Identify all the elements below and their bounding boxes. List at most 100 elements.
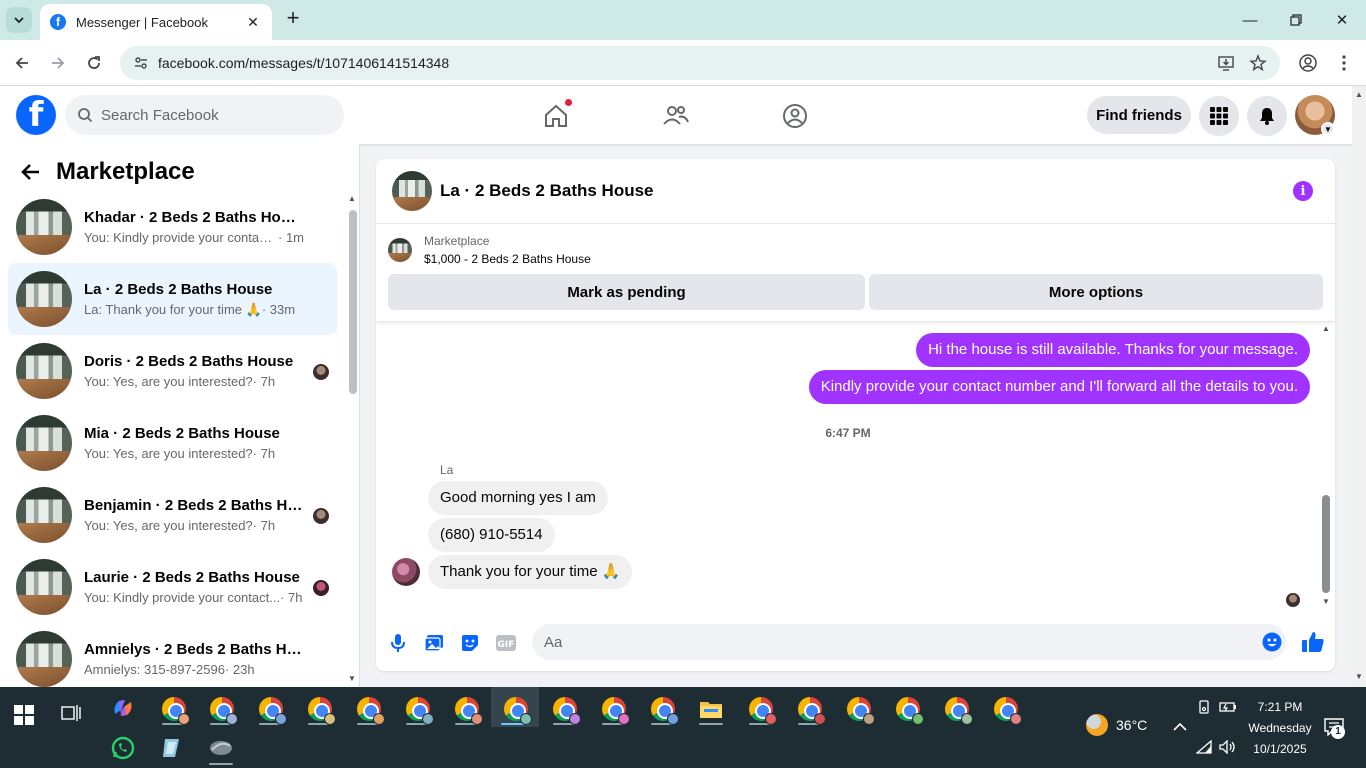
- scroll-thumb[interactable]: [349, 210, 357, 394]
- bookmark-star-icon[interactable]: [1246, 51, 1270, 75]
- find-friends-button[interactable]: Find friends: [1087, 96, 1191, 134]
- chrome-profile-icon[interactable]: [647, 693, 679, 725]
- minimize-button[interactable]: —: [1230, 8, 1270, 32]
- friends-nav-button[interactable]: [660, 100, 692, 132]
- chrome-profile-icon[interactable]: [794, 693, 826, 725]
- chrome-profile-icon[interactable]: [255, 693, 287, 725]
- scroll-up-arrow-icon[interactable]: ▲: [1321, 324, 1331, 333]
- chrome-profile-icon[interactable]: [304, 693, 336, 725]
- weather-widget[interactable]: 36°C: [1086, 714, 1147, 736]
- site-info-icon[interactable]: [132, 54, 150, 72]
- forward-button[interactable]: [46, 51, 70, 75]
- running-indicator: [699, 723, 723, 725]
- close-window-button[interactable]: ✕: [1322, 8, 1362, 32]
- chrome-profile-icon[interactable]: [843, 693, 875, 725]
- conversation-item-active[interactable]: La · 2 Beds 2 Baths House La: Thank you …: [8, 263, 337, 335]
- chrome-profile-icon[interactable]: [402, 693, 434, 725]
- app-icon[interactable]: [205, 732, 237, 764]
- outgoing-message[interactable]: Kindly provide your contact number and I…: [808, 370, 1310, 404]
- new-tab-button[interactable]: +: [282, 7, 304, 30]
- back-arrow-button[interactable]: [16, 157, 46, 187]
- conversation-item[interactable]: Doris · 2 Beds 2 Baths House You: Yes, a…: [8, 335, 337, 407]
- chrome-profile-icon[interactable]: [158, 693, 190, 725]
- outgoing-message[interactable]: Hi the house is still available. Thanks …: [916, 333, 1310, 367]
- photo-icon[interactable]: [423, 632, 445, 654]
- info-icon[interactable]: i: [1293, 181, 1313, 201]
- chrome-profile-icon[interactable]: [549, 693, 581, 725]
- chrome-profile-icon[interactable]: [990, 693, 1022, 725]
- listing-thumbnail: [388, 238, 412, 262]
- incoming-message[interactable]: (680) 910-5514: [428, 518, 555, 552]
- listing-thumbnail[interactable]: [392, 171, 432, 211]
- conversation-snippet: You: Yes, are you interested?: [84, 518, 253, 533]
- restore-button[interactable]: [1276, 8, 1316, 32]
- chrome-profile-icon[interactable]: [745, 693, 777, 725]
- facebook-favicon-icon: f: [50, 14, 66, 30]
- sticker-icon[interactable]: [459, 632, 481, 654]
- task-view-icon[interactable]: [55, 697, 87, 729]
- scroll-down-arrow-icon[interactable]: ▼: [347, 674, 357, 683]
- more-options-button[interactable]: More options: [869, 274, 1323, 310]
- listing-info[interactable]: Marketplace $1,000 - 2 Beds 2 Baths Hous…: [388, 234, 591, 266]
- conversation-item[interactable]: Benjamin · 2 Beds 2 Baths Ho... You: Yes…: [8, 479, 337, 551]
- chrome-profile-icon[interactable]: [892, 693, 924, 725]
- conversation-item[interactable]: Mia · 2 Beds 2 Baths House You: Yes, are…: [8, 407, 337, 479]
- gif-icon[interactable]: GIF: [495, 632, 517, 654]
- scroll-thumb[interactable]: [1322, 495, 1330, 593]
- sidebar-scrollbar[interactable]: ▲ ▼: [346, 194, 358, 687]
- emoji-icon[interactable]: [1262, 632, 1282, 652]
- address-bar[interactable]: facebook.com/messages/t/1071406141514348: [120, 46, 1280, 80]
- chrome-profile-icon[interactable]: [206, 693, 238, 725]
- clock-time[interactable]: 7:21 PM: [1240, 700, 1320, 714]
- conversation-name: Amnielys · 2 Beds 2 Baths House: [84, 641, 304, 658]
- chrome-profile-icon[interactable]: [451, 693, 483, 725]
- conversation-item[interactable]: Laurie · 2 Beds 2 Baths House You: Kindl…: [8, 551, 337, 623]
- chrome-profile-icon[interactable]: [353, 693, 385, 725]
- copilot-icon[interactable]: [107, 692, 139, 724]
- browser-tab-messenger[interactable]: f Messenger | Facebook ✕: [40, 4, 272, 40]
- file-explorer-icon[interactable]: [695, 693, 727, 725]
- thumbs-up-icon[interactable]: [1301, 630, 1325, 654]
- read-receipt-avatar: [313, 508, 329, 524]
- chrome-profile-icon[interactable]: [598, 693, 630, 725]
- incoming-message[interactable]: Thank you for your time 🙏: [428, 555, 633, 589]
- mark-as-pending-button[interactable]: Mark as pending: [388, 274, 865, 310]
- profile-icon[interactable]: [1296, 51, 1320, 75]
- scroll-down-arrow-icon[interactable]: ▼: [1354, 672, 1364, 681]
- home-nav-button[interactable]: [540, 98, 573, 132]
- scroll-up-arrow-icon[interactable]: ▲: [347, 194, 357, 203]
- listing-thumbnail: [16, 271, 72, 327]
- back-button[interactable]: [10, 51, 34, 75]
- chrome-profile-icon-active[interactable]: [500, 693, 532, 725]
- browser-menu-icon[interactable]: [1332, 51, 1356, 75]
- incoming-message[interactable]: Good morning yes I am: [428, 481, 608, 515]
- conversation-item[interactable]: Amnielys · 2 Beds 2 Baths House Amnielys…: [8, 623, 337, 687]
- windows-start-icon[interactable]: [14, 705, 34, 725]
- app-icon[interactable]: [156, 732, 188, 764]
- whatsapp-icon[interactable]: [107, 732, 139, 764]
- facebook-logo-icon[interactable]: f: [16, 95, 56, 135]
- microphone-icon[interactable]: [387, 632, 409, 654]
- message-input[interactable]: [532, 624, 1286, 660]
- scroll-down-arrow-icon[interactable]: ▼: [1321, 597, 1331, 606]
- reload-button[interactable]: [82, 51, 106, 75]
- notifications-button[interactable]: [1247, 96, 1287, 136]
- read-receipt-avatar: [313, 364, 329, 380]
- conversation-item[interactable]: Khadar · 2 Beds 2 Baths House You: Kindl…: [8, 191, 337, 263]
- install-app-icon[interactable]: [1214, 51, 1238, 75]
- chat-title[interactable]: La · 2 Beds 2 Baths House: [440, 181, 654, 201]
- scroll-up-arrow-icon[interactable]: ▲: [1354, 90, 1364, 99]
- message-scrollbar[interactable]: ▲ ▼: [1320, 322, 1332, 612]
- groups-nav-button[interactable]: [779, 100, 811, 132]
- clock-date[interactable]: 10/1/2025: [1240, 742, 1320, 756]
- facebook-search[interactable]: Search Facebook: [65, 95, 344, 135]
- menu-grid-button[interactable]: [1199, 96, 1239, 136]
- page-scrollbar[interactable]: ▲ ▼: [1352, 86, 1366, 687]
- close-tab-icon[interactable]: ✕: [244, 13, 262, 31]
- sender-avatar[interactable]: [392, 558, 420, 586]
- conversation-snippet: Amnielys: 315-897-2596: [84, 662, 225, 677]
- tab-search-button[interactable]: [6, 7, 32, 33]
- clock-day[interactable]: Wednesday: [1240, 721, 1320, 735]
- account-caret-icon[interactable]: ▼: [1321, 122, 1335, 136]
- chrome-profile-icon[interactable]: [941, 693, 973, 725]
